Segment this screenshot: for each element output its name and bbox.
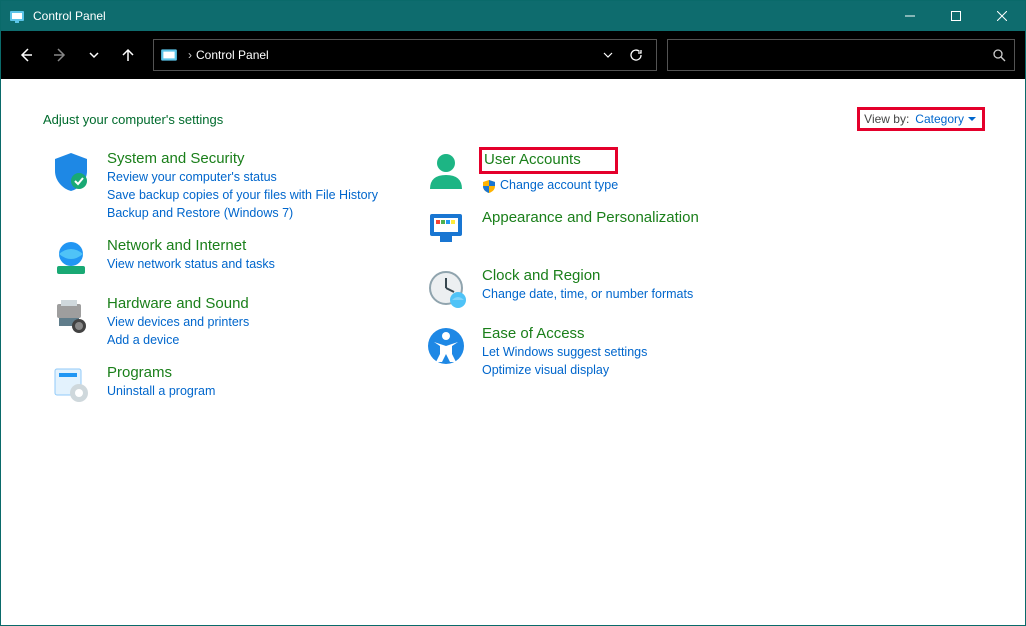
content-area: Adjust your computer's settings View by:… <box>1 79 1025 625</box>
breadcrumb-chevron-icon: › <box>188 48 192 62</box>
category-user-accounts: User Accounts Change account type <box>424 149 794 194</box>
category-link[interactable]: Let Windows suggest settings <box>482 344 647 361</box>
category-title[interactable]: Hardware and Sound <box>107 294 249 313</box>
view-by-label: View by: <box>864 112 909 126</box>
maximize-icon <box>951 11 961 21</box>
category-ease-of-access: Ease of Access Let Windows suggest setti… <box>424 324 794 379</box>
category-title[interactable]: User Accounts <box>484 151 581 168</box>
uac-shield-icon <box>482 179 496 193</box>
minimize-button[interactable] <box>887 1 933 31</box>
category-link[interactable]: View network status and tasks <box>107 256 275 273</box>
control-panel-icon <box>160 46 178 64</box>
search-box[interactable] <box>667 39 1015 71</box>
printer-icon <box>49 294 93 338</box>
category-link[interactable]: Uninstall a program <box>107 383 215 400</box>
category-title[interactable]: Appearance and Personalization <box>482 208 699 227</box>
right-column: User Accounts Change account type Appear… <box>424 149 794 421</box>
category-link[interactable]: View devices and printers <box>107 314 249 331</box>
category-title[interactable]: Programs <box>107 363 215 382</box>
accessibility-icon <box>424 324 468 368</box>
search-icon <box>992 48 1006 62</box>
address-bar[interactable]: › Control Panel <box>153 39 657 71</box>
left-column: System and Security Review your computer… <box>49 149 394 421</box>
address-dropdown-button[interactable] <box>594 50 622 60</box>
chevron-down-icon <box>603 50 613 60</box>
user-icon <box>424 149 468 193</box>
categories: System and Security Review your computer… <box>41 149 985 421</box>
refresh-button[interactable] <box>622 48 650 62</box>
dropdown-triangle-icon <box>968 115 976 123</box>
clock-icon <box>424 266 468 310</box>
shield-icon <box>49 149 93 193</box>
category-system-security: System and Security Review your computer… <box>49 149 394 222</box>
category-title[interactable]: System and Security <box>107 149 378 168</box>
minimize-icon <box>905 11 915 21</box>
category-link[interactable]: Optimize visual display <box>482 362 647 379</box>
highlight-box: User Accounts <box>479 147 618 174</box>
category-link[interactable]: Backup and Restore (Windows 7) <box>107 205 378 222</box>
nav-toolbar: › Control Panel <box>1 31 1025 79</box>
monitor-icon <box>424 208 468 252</box>
category-network-internet: Network and Internet View network status… <box>49 236 394 280</box>
refresh-icon <box>629 48 643 62</box>
close-button[interactable] <box>979 1 1025 31</box>
forward-icon <box>52 47 68 63</box>
category-link[interactable]: Add a device <box>107 332 249 349</box>
category-title[interactable]: Ease of Access <box>482 324 647 343</box>
window: Control Panel › Control P <box>0 0 1026 626</box>
breadcrumb-location[interactable]: Control Panel <box>196 48 269 62</box>
control-panel-app-icon <box>9 8 25 24</box>
forward-button[interactable] <box>45 40 75 70</box>
category-appearance-personalization: Appearance and Personalization <box>424 208 794 252</box>
category-title[interactable]: Network and Internet <box>107 236 275 255</box>
category-link[interactable]: Review your computer's status <box>107 169 378 186</box>
up-icon <box>120 47 136 63</box>
category-link[interactable]: Change account type <box>482 177 618 194</box>
category-link[interactable]: Save backup copies of your files with Fi… <box>107 187 378 204</box>
globe-icon <box>49 236 93 280</box>
maximize-button[interactable] <box>933 1 979 31</box>
up-button[interactable] <box>113 40 143 70</box>
category-link-text: Change account type <box>500 177 618 194</box>
category-clock-region: Clock and Region Change date, time, or n… <box>424 266 794 310</box>
close-icon <box>997 11 1007 21</box>
back-icon <box>18 47 34 63</box>
back-button[interactable] <box>11 40 41 70</box>
category-hardware-sound: Hardware and Sound View devices and prin… <box>49 294 394 349</box>
content-header: Adjust your computer's settings View by:… <box>41 107 985 131</box>
recent-locations-button[interactable] <box>79 40 109 70</box>
chevron-down-icon <box>89 50 99 60</box>
category-programs: Programs Uninstall a program <box>49 363 394 407</box>
window-title: Control Panel <box>33 9 106 23</box>
view-by-selector[interactable]: View by: Category <box>857 107 985 131</box>
category-title[interactable]: Clock and Region <box>482 266 693 285</box>
view-by-value[interactable]: Category <box>915 112 976 126</box>
view-by-value-text: Category <box>915 112 964 126</box>
page-heading: Adjust your computer's settings <box>41 112 857 127</box>
programs-icon <box>49 363 93 407</box>
category-link[interactable]: Change date, time, or number formats <box>482 286 693 303</box>
titlebar: Control Panel <box>1 1 1025 31</box>
